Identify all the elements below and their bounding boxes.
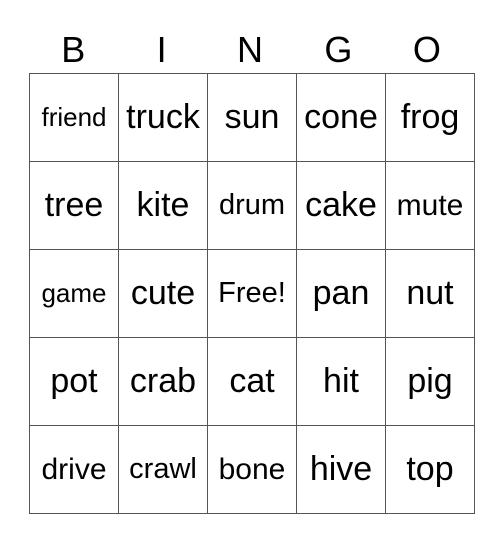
bingo-cell: cat <box>207 337 297 426</box>
bingo-card: friend truck sun cone frog tree kite dru… <box>29 73 475 514</box>
bingo-cell: drum <box>207 161 297 250</box>
bingo-cell: truck <box>118 73 208 162</box>
bingo-header: B I N G O <box>29 30 471 70</box>
bingo-row: friend truck sun cone frog <box>29 73 475 162</box>
bingo-row: pot crab cat hit pig <box>29 337 475 426</box>
bingo-cell: pig <box>385 337 475 426</box>
bingo-cell: kite <box>118 161 208 250</box>
bingo-cell: bone <box>207 425 297 514</box>
bingo-cell: cake <box>296 161 386 250</box>
header-letter-o: O <box>412 29 441 70</box>
header-letter-n: N <box>237 29 264 70</box>
bingo-cell: pan <box>296 249 386 338</box>
bingo-cell: crawl <box>118 425 208 514</box>
header-letter-g: G <box>324 29 353 70</box>
bingo-cell: frog <box>385 73 475 162</box>
bingo-cell: cone <box>296 73 386 162</box>
bingo-row: game cute Free! pan nut <box>29 249 475 338</box>
bingo-cell: cute <box>118 249 208 338</box>
bingo-cell: game <box>29 249 119 338</box>
bingo-cell: friend <box>29 73 119 162</box>
bingo-cell: sun <box>207 73 297 162</box>
bingo-cell: hit <box>296 337 386 426</box>
bingo-cell: pot <box>29 337 119 426</box>
bingo-cell: tree <box>29 161 119 250</box>
bingo-cell: mute <box>385 161 475 250</box>
bingo-row: drive crawl bone hive top <box>29 425 475 514</box>
free-space-cell: Free! <box>207 249 297 338</box>
bingo-cell: crab <box>118 337 208 426</box>
header-letter-i: I <box>156 29 167 70</box>
header-letter-b: B <box>61 29 86 70</box>
bingo-cell: drive <box>29 425 119 514</box>
bingo-cell: top <box>385 425 475 514</box>
bingo-cell: nut <box>385 249 475 338</box>
bingo-row: tree kite drum cake mute <box>29 161 475 250</box>
bingo-cell: hive <box>296 425 386 514</box>
